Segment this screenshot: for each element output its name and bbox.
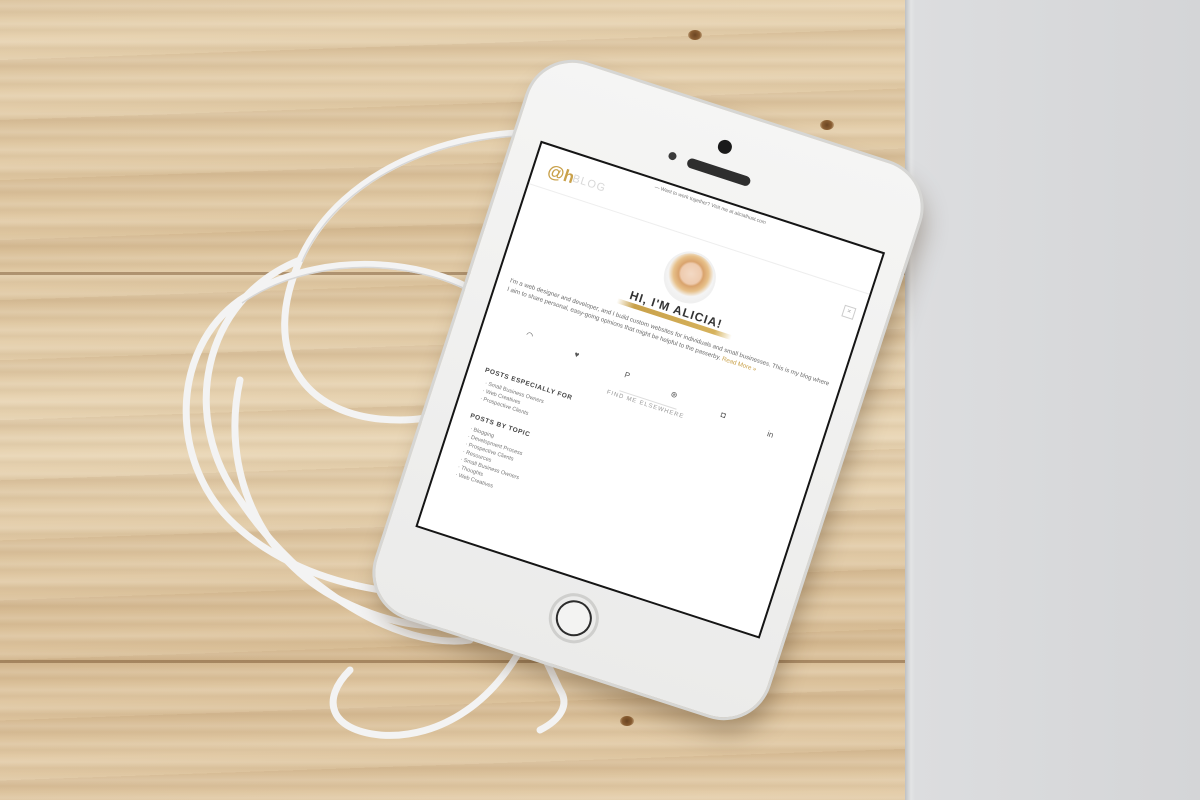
pinterest-icon[interactable]: P: [623, 370, 631, 380]
instagram-icon[interactable]: ◘: [720, 410, 727, 420]
twitter-icon[interactable]: ♥: [573, 350, 580, 360]
rss-icon[interactable]: ◠: [525, 330, 534, 341]
sensor-dot: [667, 151, 678, 162]
linkedin-icon[interactable]: in: [766, 429, 775, 439]
dribbble-icon[interactable]: ⊛: [670, 389, 679, 400]
posts-topic-list: Blogging Development Process Prospective…: [454, 425, 530, 497]
home-button[interactable]: [542, 586, 606, 650]
camera-icon: [716, 138, 734, 156]
top-notice[interactable]: — Want to work together? Visit me at ali…: [538, 143, 883, 267]
speaker-grille: [685, 157, 752, 188]
intro-body: I'm a web designer and developer, and I …: [506, 277, 831, 388]
close-button[interactable]: ×: [841, 304, 857, 320]
